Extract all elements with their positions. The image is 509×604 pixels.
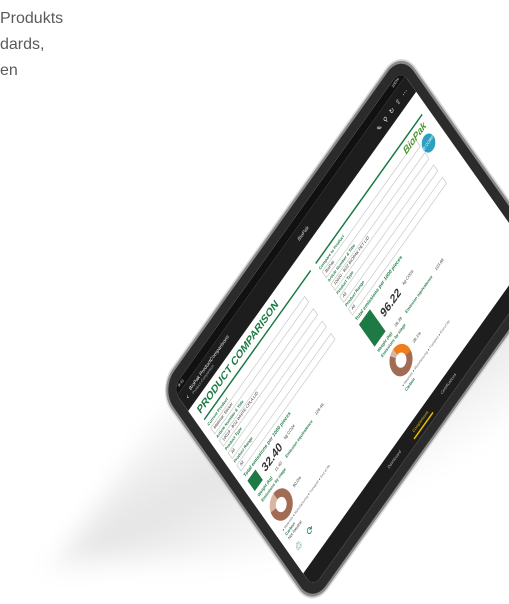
donut-percentage: 80.0%	[292, 475, 302, 489]
more-icon[interactable]: ⋯	[401, 87, 409, 98]
recycle-icon: ♲	[293, 538, 305, 555]
background-text-1: Produkts	[0, 6, 63, 32]
compost-icon: ⟳	[304, 522, 315, 538]
background-text-3: en	[0, 58, 18, 84]
share-icon[interactable]: ⇪	[394, 96, 401, 107]
back-icon[interactable]: ‹	[184, 392, 190, 401]
filter-icon[interactable]: ⚲	[382, 114, 389, 124]
refresh-icon[interactable]: ↻	[388, 105, 395, 116]
donut-percentage: 28.1%	[412, 331, 422, 345]
edit-icon[interactable]: ✎	[376, 123, 383, 134]
total-emissions-unit: kg CO2e	[402, 269, 415, 287]
background-text-2: dards,	[0, 32, 44, 58]
workspace-label: BioPak	[297, 225, 309, 242]
